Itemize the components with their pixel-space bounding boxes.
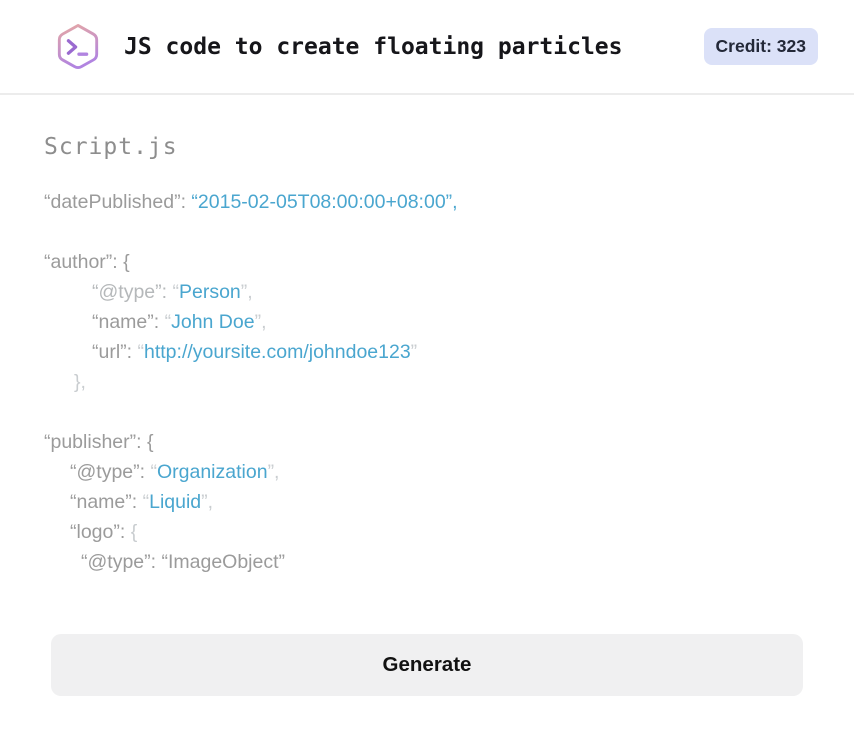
code-line: }, <box>44 367 810 397</box>
credit-badge: Credit: 323 <box>703 28 818 65</box>
code-token: “datePublished”: <box>44 191 192 213</box>
code-token: “publisher”: { <box>44 431 154 453</box>
code-token: }, <box>74 371 86 393</box>
code-line: “@type”: “Person”, <box>44 277 810 307</box>
code-line: “name”: “Liquid”, <box>44 487 810 517</box>
code-line: “logo”: { <box>44 517 810 547</box>
page-title: JS code to create floating particles <box>124 33 623 60</box>
code-line: “url”: “http://yoursite.com/johndoe123” <box>44 337 810 367</box>
code-token: “logo”: <box>70 521 131 543</box>
code-line: “name”: “John Doe”, <box>44 307 810 337</box>
code-line: “@type”: “ImageObject” <box>44 547 810 577</box>
code-token: ”, <box>254 311 267 333</box>
code-token: John Doe <box>171 311 255 333</box>
main-content: Script.js “datePublished”: “2015-02-05T0… <box>0 134 854 696</box>
prompt-chevron-icon <box>66 38 78 55</box>
code-line: “datePublished”: “2015-02-05T08:00:00+08… <box>44 187 810 217</box>
code-token: “@type”: <box>92 281 173 303</box>
code-token: http://yoursite.com/johndoe123 <box>144 341 411 363</box>
code-token: “author”: { <box>44 251 130 273</box>
code-token: Person <box>178 281 241 303</box>
code-line: “publisher”: { <box>44 427 810 457</box>
code-token: “@type”: “ImageObject” <box>81 551 286 573</box>
code-token: ”, <box>267 461 280 483</box>
code-line: “@type”: “Organization”, <box>44 457 810 487</box>
code-token: Organization <box>156 461 268 483</box>
code-line: “author”: { <box>44 247 810 277</box>
code-token: ” <box>410 341 418 363</box>
code-token: Liquid <box>149 491 202 513</box>
page: JS code to create floating particles Cre… <box>0 0 854 748</box>
code-token: “@type”: <box>70 461 151 483</box>
generate-button[interactable]: Generate <box>51 634 803 696</box>
code-token: “url”: <box>92 341 138 363</box>
code-token: “2015-02-05T08:00:00+08:00”, <box>191 191 458 213</box>
terminal-hexagon-icon <box>57 23 99 69</box>
code-token: “name”: <box>92 311 165 333</box>
code-block: “datePublished”: “2015-02-05T08:00:00+08… <box>44 187 810 577</box>
code-token: ”, <box>240 281 253 303</box>
code-token: ”, <box>201 491 214 513</box>
file-title: Script.js <box>44 134 178 160</box>
code-token: { <box>130 521 138 543</box>
header: JS code to create floating particles Cre… <box>0 0 854 95</box>
hexagon-outline <box>57 23 99 69</box>
code-token: “name”: <box>70 491 143 513</box>
